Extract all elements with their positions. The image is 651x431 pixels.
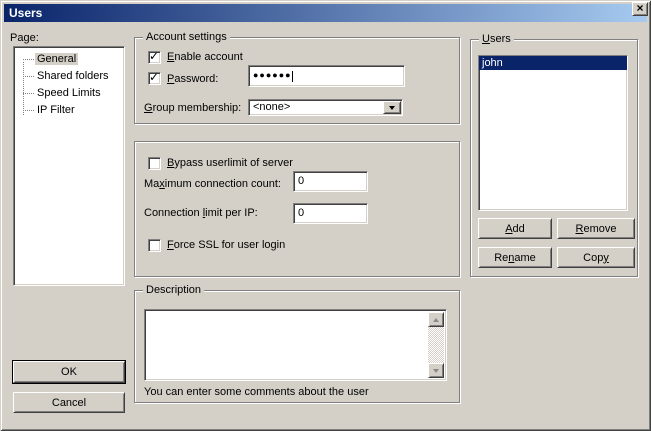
conn-per-ip-label: Connection limit per IP: xyxy=(144,207,258,220)
page-label: Page: xyxy=(10,32,39,45)
cancel-button[interactable]: Cancel xyxy=(13,392,125,413)
conn-per-ip-input[interactable]: 0 xyxy=(293,203,368,224)
check-icon: ✓ xyxy=(149,49,159,63)
close-icon: × xyxy=(636,2,643,14)
max-connections-label: Maximum connection count: xyxy=(144,178,281,191)
tree-items: General Shared folders Speed Limits IP F… xyxy=(16,51,122,119)
tree-item-label: IP Filter xyxy=(35,104,77,116)
account-settings-caption: Account settings xyxy=(143,31,230,44)
description-note: You can enter some comments about the us… xyxy=(144,386,369,398)
password-value: ●●●●●● xyxy=(253,70,292,80)
users-caption: Users xyxy=(479,33,514,46)
combo-dropdown-button[interactable] xyxy=(383,101,401,114)
scroll-up-button[interactable] xyxy=(428,312,444,327)
users-dialog: Users × Page: General Shared folders Spe… xyxy=(0,0,651,431)
description-scrollbar[interactable] xyxy=(428,312,444,378)
group-membership-value: <none> xyxy=(253,101,290,114)
description-caption: Description xyxy=(143,284,204,297)
tree-item-label: General xyxy=(35,53,78,65)
max-connections-input[interactable]: 0 xyxy=(293,171,368,192)
description-group: Description You can enter some comments … xyxy=(134,290,460,403)
check-icon: ✓ xyxy=(149,70,159,84)
conn-per-ip-value: 0 xyxy=(298,207,304,219)
tree-item-label: Shared folders xyxy=(35,70,111,82)
bypass-userlimit-label: Bypass userlimit of server xyxy=(167,157,293,170)
user-list-item[interactable]: john xyxy=(479,56,627,70)
max-connections-value: 0 xyxy=(298,175,304,187)
tree-item-speed-limits[interactable]: Speed Limits xyxy=(16,85,122,102)
password-label: Password: xyxy=(167,73,218,86)
group-membership-select[interactable]: <none> xyxy=(248,99,403,116)
chevron-down-icon xyxy=(389,106,395,110)
enable-account-label: Enable account xyxy=(167,51,243,64)
group-membership-label: Group membership: xyxy=(144,102,241,115)
force-ssl-label: Force SSL for user login xyxy=(167,239,285,252)
password-checkbox[interactable]: ✓ xyxy=(148,72,161,85)
window-title: Users xyxy=(9,6,42,20)
rename-button[interactable]: Rename xyxy=(478,247,552,268)
add-button[interactable]: Add xyxy=(478,218,552,239)
bypass-userlimit-checkbox[interactable] xyxy=(148,157,161,170)
triangle-up-icon xyxy=(433,318,439,322)
password-input[interactable]: ●●●●●● xyxy=(248,65,405,87)
copy-button[interactable]: Copy xyxy=(557,247,635,268)
page-tree[interactable]: General Shared folders Speed Limits IP F… xyxy=(13,46,125,286)
account-settings-group: Account settings ✓ Enable account ✓ Pass… xyxy=(134,37,460,124)
scroll-down-button[interactable] xyxy=(428,363,444,378)
scrollbar-track[interactable] xyxy=(428,327,444,363)
tree-item-label: Speed Limits xyxy=(35,87,103,99)
description-textarea[interactable] xyxy=(144,309,447,381)
users-group: Users john Add Remove Rename Copy xyxy=(470,39,638,277)
enable-account-checkbox[interactable]: ✓ xyxy=(148,51,161,64)
tree-item-shared-folders[interactable]: Shared folders xyxy=(16,68,122,85)
titlebar[interactable]: Users xyxy=(4,4,647,22)
ok-button[interactable]: OK xyxy=(13,361,125,383)
tree-item-general[interactable]: General xyxy=(16,51,122,68)
users-listbox[interactable]: john xyxy=(478,55,628,211)
limits-group: Bypass userlimit of server Maximum conne… xyxy=(134,141,460,277)
force-ssl-checkbox[interactable] xyxy=(148,239,161,252)
tree-item-ip-filter[interactable]: IP Filter xyxy=(16,102,122,119)
triangle-down-icon xyxy=(433,369,439,373)
close-button[interactable]: × xyxy=(632,2,648,16)
remove-button[interactable]: Remove xyxy=(557,218,635,239)
